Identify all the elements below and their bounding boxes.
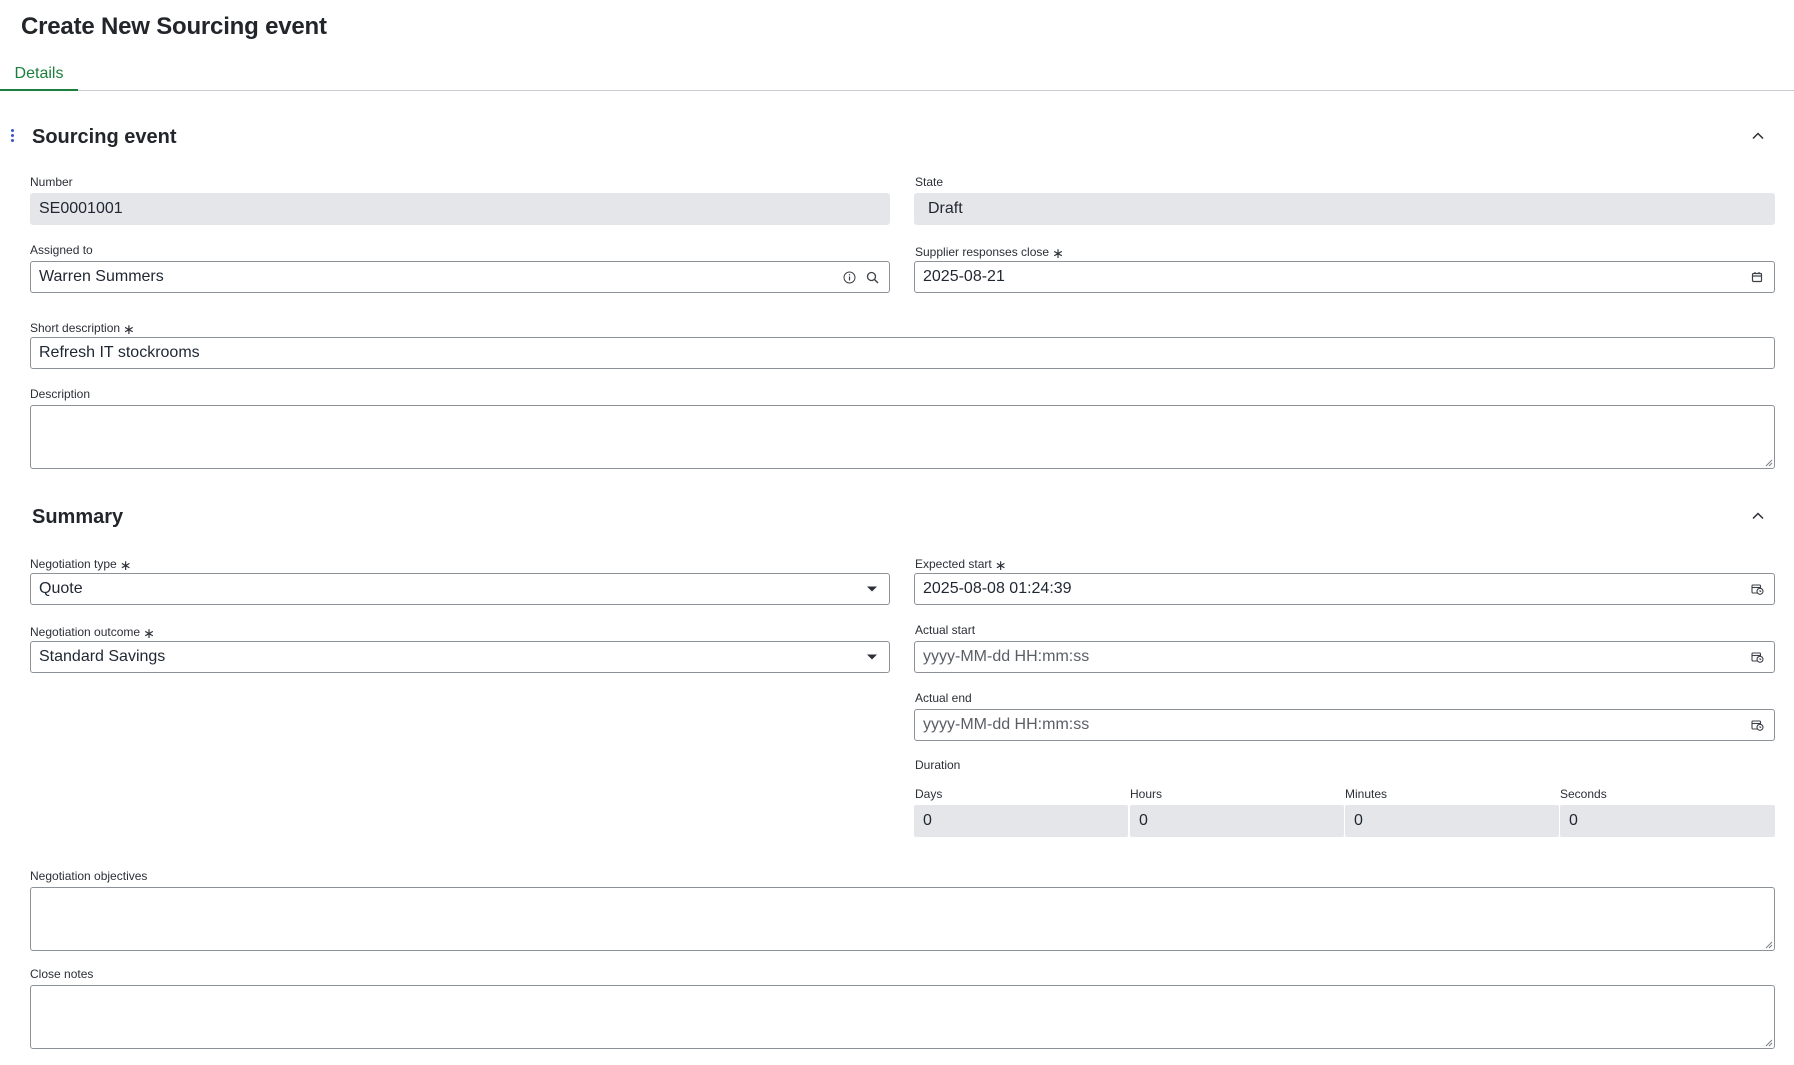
info-icon[interactable] [842, 270, 856, 284]
calendar-clock-icon[interactable] [1750, 582, 1764, 596]
assigned-to-label: Assigned to [30, 243, 93, 257]
duration-hours-label: Hours [1130, 787, 1163, 801]
number-field: SE0001001 [30, 193, 890, 225]
duration-hours-value: 0 [1130, 805, 1344, 837]
negotiation-type-label: Negotiation type ∗ [30, 555, 132, 573]
actual-end-input[interactable] [923, 716, 1750, 734]
duration-minutes-label: Minutes [1345, 787, 1388, 801]
negotiation-objectives-label: Negotiation objectives [30, 869, 148, 883]
description-label: Description [30, 387, 91, 401]
short-description-label: Short description ∗ [30, 319, 135, 337]
actual-start-input[interactable] [923, 648, 1750, 666]
resize-handle-icon[interactable] [1763, 457, 1773, 467]
negotiation-type-value: Quote [39, 580, 83, 597]
calendar-clock-icon[interactable] [1750, 718, 1764, 732]
required-marker: ∗ [119, 557, 132, 573]
negotiation-outcome-select[interactable]: Standard Savings [30, 641, 890, 673]
actual-end-field[interactable] [914, 709, 1775, 741]
assigned-to-input[interactable] [39, 268, 842, 286]
close-notes-textarea[interactable] [30, 985, 1775, 1049]
chevron-up-icon [1752, 512, 1764, 520]
duration-days-value: 0 [914, 805, 1128, 837]
tab-bar: Details [0, 60, 1794, 91]
caret-down-icon[interactable] [865, 650, 879, 664]
state-field: Draft [914, 193, 1775, 225]
collapse-summary-button[interactable] [1746, 504, 1770, 528]
short-description-field[interactable] [30, 337, 1775, 369]
negotiation-outcome-label: Negotiation outcome ∗ [30, 623, 155, 641]
state-value: Draft [928, 200, 963, 217]
state-label: State [915, 175, 944, 189]
calendar-clock-icon[interactable] [1750, 650, 1764, 664]
duration-seconds-value: 0 [1560, 805, 1775, 837]
required-marker: ∗ [994, 557, 1007, 573]
short-description-label-text: Short description [30, 321, 121, 335]
page-title: Create New Sourcing event [21, 13, 327, 40]
calendar-icon[interactable] [1750, 270, 1764, 284]
section-title-summary: Summary [32, 506, 124, 528]
close-notes-label: Close notes [30, 967, 94, 981]
supplier-responses-close-field[interactable] [914, 261, 1775, 293]
required-marker: ∗ [1052, 245, 1064, 261]
negotiation-objectives-textarea[interactable] [30, 887, 1775, 951]
duration-minutes-value: 0 [1345, 805, 1559, 837]
expected-start-label: Expected start ∗ [915, 555, 1007, 573]
tab-details[interactable]: Details [0, 60, 78, 91]
assigned-to-field[interactable] [30, 261, 890, 293]
negotiation-type-select[interactable]: Quote [30, 573, 890, 605]
description-textarea[interactable] [30, 405, 1775, 469]
actual-start-label: Actual start [915, 623, 976, 637]
duration-seconds-label: Seconds [1560, 787, 1607, 801]
short-description-input[interactable] [39, 344, 1774, 362]
expected-start-label-text: Expected start [915, 557, 992, 571]
number-value: SE0001001 [39, 200, 123, 217]
duration-days-label: Days [915, 787, 943, 801]
negotiation-outcome-label-text: Negotiation outcome [30, 625, 141, 639]
resize-handle-icon[interactable] [1763, 1037, 1773, 1047]
expected-start-input[interactable] [923, 580, 1750, 598]
actual-start-field[interactable] [914, 641, 1775, 673]
search-icon[interactable] [865, 270, 879, 284]
actual-end-label: Actual end [915, 691, 972, 705]
supplier-responses-close-input[interactable] [923, 268, 1750, 286]
negotiation-type-label-text: Negotiation type [30, 557, 117, 571]
expected-start-field[interactable] [914, 573, 1775, 605]
supplier-responses-close-label: Supplier responses close ∗ [915, 243, 1064, 261]
caret-down-icon[interactable] [865, 582, 879, 596]
section-title-sourcing-event: Sourcing event [32, 126, 177, 148]
required-marker: ∗ [143, 625, 155, 641]
supplier-responses-close-label-text: Supplier responses close [915, 245, 1050, 259]
number-label: Number [30, 175, 73, 189]
negotiation-outcome-value: Standard Savings [39, 648, 166, 665]
duration-label: Duration [915, 758, 961, 772]
required-marker: ∗ [123, 321, 135, 337]
drag-handle-icon[interactable] [11, 129, 15, 145]
collapse-sourcing-event-button[interactable] [1746, 124, 1770, 148]
resize-handle-icon[interactable] [1763, 939, 1773, 949]
chevron-up-icon [1752, 132, 1764, 140]
